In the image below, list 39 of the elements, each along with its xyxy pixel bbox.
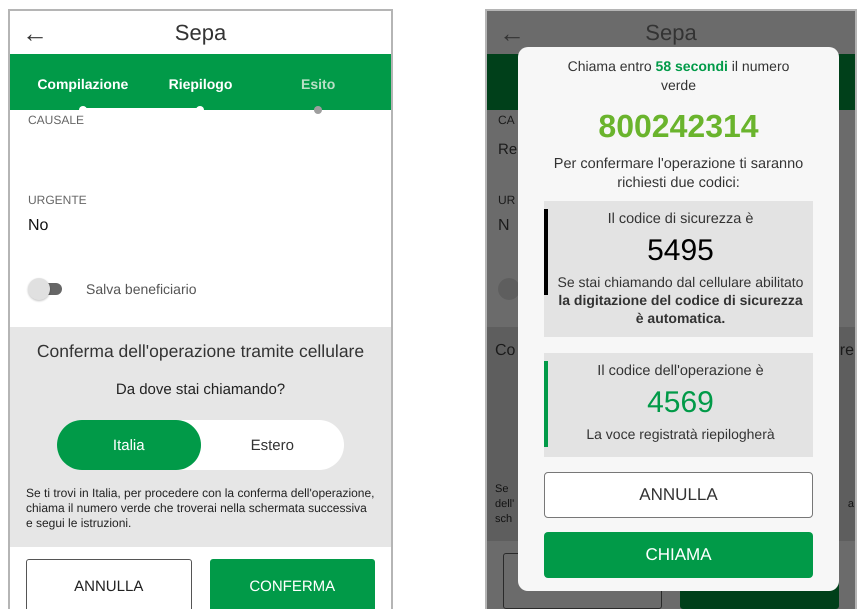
step-label: Compilazione [37,76,128,92]
info-text: Se [495,482,508,497]
back-icon[interactable]: ← [22,20,48,46]
info-text: Se ti trovi in Italia, per procedere con la conferma dell'operazione, chiama il numero verde che troverai nella schermata successiva e segui le istruzioni. [26,486,375,531]
instructions-text: Per confermare l'operazione ti saranno richiesti due codici: [552,155,804,193]
screen-title: Sepa [645,20,697,46]
segment-option[interactable]: Italia [57,420,200,470]
confirm-button[interactable]: CONFERMA [210,559,375,609]
field-label: CA [498,112,515,128]
screen-title: Sepa [174,20,226,46]
field-value: Re [498,140,518,160]
info-text: a [848,497,854,512]
field-value: No [28,216,50,236]
section-title: Conferma dell'operazione tramite cellulare [36,340,366,363]
code-number: 5495 [646,233,715,269]
code-label: Il codice dell'operazione è [596,362,765,381]
dialog-message: Chiama entro 58 secondi il numero verde [566,57,790,95]
field-label: URGENTE [28,192,88,208]
code-number: 4569 [646,385,715,421]
code-label: Il codice di sicurezza è [606,210,754,229]
code-note: Se stai chiamando dal cellulare abilitato la digitazione del codice di sicurezza è automatica. [556,273,804,327]
toggle-switch[interactable] [28,278,62,300]
section-title: re [840,341,854,361]
question-text: Da dove stai chiamando? [114,380,286,400]
field-label: CAUSALE [28,112,86,128]
phone-number: 800242314 [597,107,760,145]
info-text: sch [495,512,512,527]
toggle-label: Salva beneficiario [86,280,197,296]
section-title: Co [495,341,516,361]
segment-option[interactable]: Estero [200,420,344,470]
info-text: dell' [495,497,514,512]
cancel-button[interactable]: ANNULLA [544,472,813,518]
cancel-button[interactable]: ANNULLA [26,559,192,609]
call-button[interactable]: CHIAMA [544,532,813,578]
code-note: La voce registratà riepilogherà [585,425,776,443]
step-label: Riepilogo [168,76,232,92]
step-label: Esito [301,76,336,92]
field-label: UR [498,192,516,208]
field-value: N [498,216,510,236]
